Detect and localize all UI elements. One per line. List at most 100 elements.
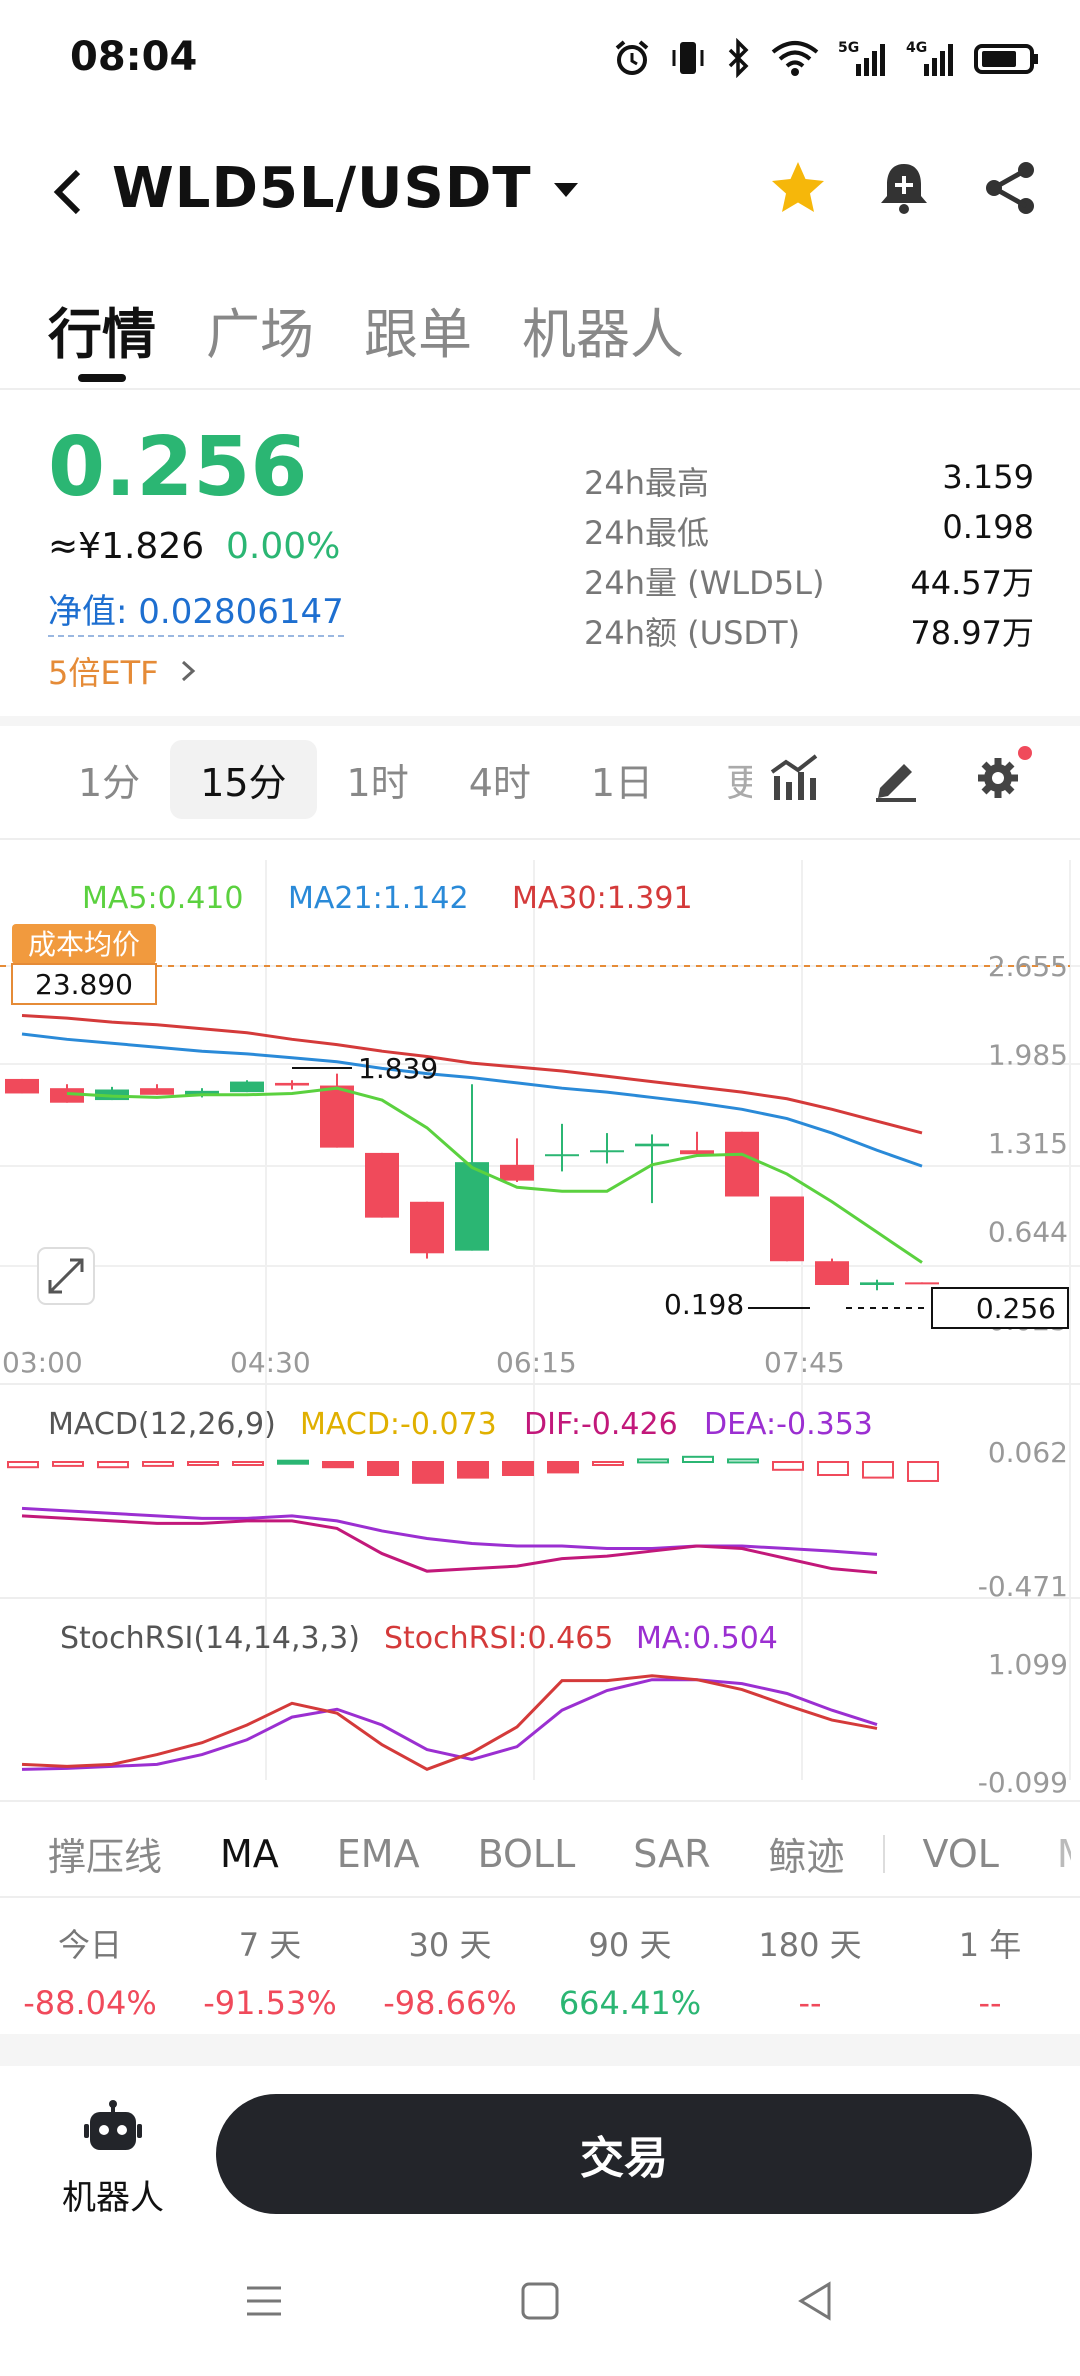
tab-robot[interactable]: 机器人	[522, 290, 684, 369]
alert-button[interactable]	[874, 158, 934, 218]
stat-high: 24h最高 3.159	[584, 458, 1034, 502]
cost-value: 23.890	[35, 968, 133, 1001]
ma21-legend: MA21:1.142	[288, 881, 469, 916]
macd-axis-bottom: -0.471	[978, 1570, 1068, 1603]
candle-body	[815, 1261, 849, 1285]
candle-body	[410, 1201, 444, 1254]
time-axis-label: 07:45	[764, 1346, 845, 1379]
ind-vol[interactable]: VOL	[923, 1832, 999, 1876]
price-chart[interactable]: MA5:0.410 MA21:1.142 MA30:1.391 成本均价 23.…	[0, 840, 1080, 1800]
macd-bar	[412, 1461, 444, 1484]
tf-1h[interactable]: 1时	[317, 740, 439, 819]
tf-more[interactable]: 更	[726, 752, 752, 807]
tf-15m[interactable]: 15分	[170, 740, 317, 819]
home-nav-button[interactable]	[517, 2278, 563, 2324]
macd-bar	[367, 1461, 399, 1476]
ind-ema[interactable]: EMA	[337, 1832, 420, 1876]
triangle-back-icon	[798, 2281, 831, 2321]
share-icon	[986, 162, 1034, 214]
notification-dot	[1018, 746, 1032, 760]
divider	[0, 388, 1080, 390]
robot-button[interactable]: 机器人	[58, 2100, 168, 2219]
ind-whale[interactable]: 鲸迹	[768, 1826, 844, 1881]
macd-bar	[142, 1461, 174, 1467]
macd-bar	[97, 1461, 129, 1469]
ind-boll[interactable]: BOLL	[478, 1832, 576, 1876]
back-button[interactable]	[48, 164, 88, 230]
performance-period: 30 天	[408, 1926, 492, 1964]
time-axis-label: 04:30	[230, 1346, 311, 1379]
time-axis-label: 06:15	[496, 1346, 577, 1379]
svg-text:4G: 4G	[906, 40, 927, 56]
etf-link[interactable]: 5倍ETF	[48, 648, 203, 694]
share-button[interactable]	[980, 158, 1040, 218]
macd-bar	[682, 1455, 714, 1463]
bell-icon	[881, 164, 927, 214]
rsi-axis-bottom: -0.099	[978, 1766, 1068, 1799]
performance-value: --	[978, 1984, 1002, 2022]
macd-bar	[772, 1461, 804, 1471]
last-price: 0.256	[48, 420, 308, 515]
header-actions	[768, 158, 1040, 218]
performance-value: -88.04%	[23, 1984, 157, 2022]
gear-icon	[978, 758, 1018, 798]
tab-copy-trading[interactable]: 跟单	[364, 290, 472, 369]
trade-button[interactable]: 交易	[216, 2094, 1032, 2214]
pair-selector[interactable]: WLD5L/USDT	[112, 156, 586, 221]
price-cny: ≈¥1.826	[48, 526, 205, 567]
performance-period: 90 天	[588, 1926, 672, 1964]
performance-period: 1 年	[958, 1926, 1022, 1964]
expand-chart-button[interactable]	[37, 1247, 95, 1305]
indicator-tabs: 撑压线 MA EMA BOLL SAR 鲸迹 VOL M	[48, 1826, 1071, 1881]
ind-ma[interactable]: MA	[220, 1832, 279, 1876]
chevron-right-icon	[181, 660, 195, 682]
macd-bar	[232, 1461, 264, 1466]
header: WLD5L/USDT	[0, 150, 1080, 230]
price-axis-label: 0.644	[988, 1216, 1068, 1249]
performance-item: 今日 -88.04%	[0, 1920, 180, 2022]
performance-value: --	[798, 1984, 822, 2022]
macd-bar	[907, 1461, 939, 1482]
macd-bar	[277, 1459, 309, 1465]
star-icon	[772, 162, 824, 212]
ma5-legend: MA5:0.410	[82, 881, 243, 916]
back-nav-button[interactable]	[793, 2278, 839, 2324]
ma30-legend: MA30:1.391	[512, 881, 693, 916]
price-change: 0.00%	[226, 526, 341, 567]
tf-4h[interactable]: 4时	[439, 740, 561, 819]
macd-bar	[502, 1461, 534, 1476]
performance-item: 30 天 -98.66%	[360, 1920, 540, 2022]
nav-value[interactable]: 净值: 0.02806147	[48, 584, 344, 637]
favorite-button[interactable]	[768, 158, 828, 218]
5g-signal-icon: 5G	[838, 38, 888, 78]
ind-more[interactable]: M	[1057, 1832, 1071, 1876]
performance-value: 664.41%	[558, 1984, 702, 2022]
macd-bar	[187, 1461, 219, 1466]
performance-item: 180 天 --	[720, 1920, 900, 2022]
performance-period: 7 天	[238, 1926, 302, 1964]
candle-body	[230, 1081, 264, 1093]
ind-sar[interactable]: SAR	[633, 1832, 710, 1876]
ind-support-resistance[interactable]: 撑压线	[48, 1826, 162, 1881]
macd-bar	[7, 1461, 39, 1469]
tab-market[interactable]: 行情	[48, 290, 156, 369]
stat-turnover: 24h额 (USDT) 78.97万	[584, 614, 1034, 652]
stat-volume: 24h量 (WLD5L) 44.57万	[584, 564, 1034, 602]
tab-indicator	[78, 374, 126, 382]
tab-square[interactable]: 广场	[206, 290, 314, 369]
settings-button[interactable]	[972, 746, 1032, 804]
pencil-icon	[876, 764, 916, 802]
stats-24h: 24h最高 3.159 24h最低 0.198 24h量 (WLD5L) 44.57万…	[584, 458, 1034, 658]
status-icons: 5G 4G	[612, 38, 1040, 78]
draw-button[interactable]	[870, 752, 922, 804]
tf-1d[interactable]: 1日	[561, 740, 683, 819]
tf-1m[interactable]: 1分	[48, 740, 170, 819]
4g-signal-icon: 4G	[906, 38, 956, 78]
high-annotation: 1.839	[358, 1052, 438, 1085]
macd-title: MACD(12,26,9)	[48, 1407, 276, 1442]
performance-value: -98.66%	[383, 1984, 517, 2022]
low-annotation: 0.198	[664, 1288, 744, 1321]
indicator-button[interactable]	[768, 752, 820, 804]
robot-icon	[84, 2100, 142, 2150]
menu-nav-button[interactable]	[241, 2278, 287, 2324]
